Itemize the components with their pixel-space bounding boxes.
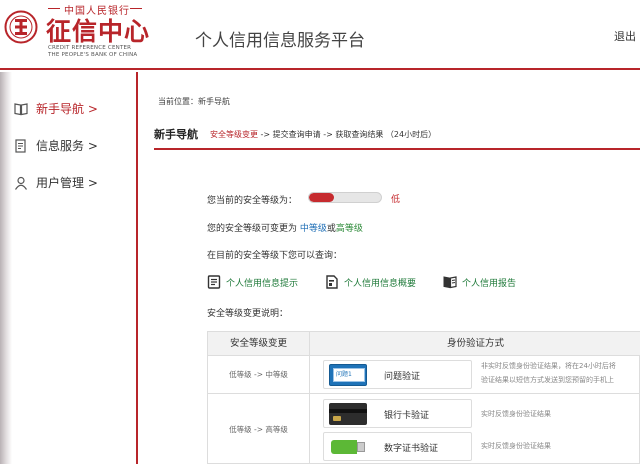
sidebar-item-label: 用户管理 > xyxy=(36,176,98,190)
sidebar-item-label: 新手导航 > xyxy=(36,102,98,116)
remaining-steps: -> 提交查询申请 -> 获取查询结果 （24小时后） xyxy=(258,130,437,139)
sidebar-item-info-service[interactable]: 信息服务 > xyxy=(14,137,98,154)
table-row: 低等级 -> 中等级 问题1 问题验证 非实时反馈身份验证结果，将在24小时后将… xyxy=(208,356,640,394)
platform-title: 个人信用信息服务平台 xyxy=(195,31,365,51)
credit-center-seal-icon xyxy=(4,10,38,44)
method-description: 实时反馈身份验证结果 xyxy=(481,410,551,418)
level-change-prefix: 您的安全等级可变更为 xyxy=(207,224,300,234)
table-row: 低等级 -> 高等级 银行卡验证 实时反馈身份验证结果 数字证书验证 实时反馈身… xyxy=(208,394,640,464)
security-level-value: 低 xyxy=(391,195,401,205)
query-label: 个人信用报告 xyxy=(462,278,517,289)
open-book-icon xyxy=(443,276,457,289)
logo-divider xyxy=(130,8,142,9)
logo-english-line1: CREDIT REFERENCE CENTER xyxy=(48,45,132,51)
logo-english-line2: THE PEOPLE'S BANK OF CHINA xyxy=(48,52,138,58)
document-edit-icon xyxy=(326,275,338,289)
column-header-method: 身份验证方式 xyxy=(446,338,504,349)
sidebar-item-guide[interactable]: 新手导航 > xyxy=(14,100,98,117)
logo-title: 征信中心 xyxy=(46,17,151,46)
logo-divider xyxy=(48,8,60,9)
bank-card-verify-button[interactable]: 银行卡验证 xyxy=(323,399,472,428)
question-card-icon: 问题1 xyxy=(329,364,367,386)
level-change-cell: 低等级 -> 高等级 xyxy=(208,394,310,464)
breadcrumb: 当前位置：新手导航 xyxy=(158,97,230,106)
level-change-or: 或 xyxy=(326,224,336,234)
query-intro: 在目前的安全等级下您可以查询： xyxy=(207,251,343,261)
document-icon xyxy=(15,138,26,153)
question-card-text: 问题1 xyxy=(336,371,352,378)
query-credit-info-summary[interactable]: 个人信用信息概要 xyxy=(325,275,416,289)
current-step: 安全等级变更 xyxy=(210,130,258,139)
query-label: 个人信用信息提示 xyxy=(226,278,299,289)
high-level-link[interactable]: 高等级 xyxy=(336,224,363,234)
digital-cert-verify-button[interactable]: 数字证书验证 xyxy=(323,432,472,461)
method-label: 数字证书验证 xyxy=(384,444,439,454)
guide-step-bar: 新手导航 安全等级变更 -> 提交查询申请 -> 获取查询结果 （24小时后） xyxy=(154,124,640,150)
sidebar: 新手导航 > 信息服务 > 用户管理 > xyxy=(0,72,138,464)
method-description: 实时反馈身份验证结果 xyxy=(481,442,551,450)
security-change-table: 安全等级变更 身份验证方式 低等级 -> 中等级 问题1 问题验证 非实时反馈身… xyxy=(207,331,640,464)
user-icon xyxy=(14,176,28,190)
book-icon xyxy=(14,102,28,115)
query-label: 个人信用信息概要 xyxy=(344,278,417,289)
sidebar-item-label: 信息服务 > xyxy=(36,139,98,153)
method-description: 非实时反馈身份验证结果，将在24小时后将 xyxy=(481,362,616,370)
bank-card-icon xyxy=(329,403,367,425)
guide-steps: 安全等级变更 -> 提交查询申请 -> 获取查询结果 （24小时后） xyxy=(210,129,436,140)
sidebar-item-user-management[interactable]: 用户管理 > xyxy=(14,174,98,191)
method-label: 银行卡验证 xyxy=(384,411,430,421)
medium-level-link[interactable]: 中等级 xyxy=(300,224,327,234)
method-description: 验证结果以短信方式发送到您预留的手机上 xyxy=(481,376,614,384)
query-credit-info-tips[interactable]: 个人信用信息提示 xyxy=(207,275,298,289)
query-credit-report[interactable]: 个人信用报告 xyxy=(443,275,516,289)
current-level-label: 您当前的安全等级为： xyxy=(207,196,298,206)
usb-key-icon xyxy=(329,436,367,458)
report-list-icon xyxy=(207,275,221,289)
level-change-cell: 低等级 -> 中等级 xyxy=(208,356,310,393)
logout-link[interactable]: 退出 xyxy=(614,28,636,44)
table-header: 安全等级变更 身份验证方式 xyxy=(208,332,640,356)
method-label: 问题验证 xyxy=(384,372,421,382)
level-change-hint: 您的安全等级可变更为 中等级或高等级 xyxy=(207,221,363,234)
question-verify-button[interactable]: 问题1 问题验证 xyxy=(323,360,472,389)
section-title: 安全等级变更说明： xyxy=(207,309,289,319)
top-header: 中国人民银行 征信中心 CREDIT REFERENCE CENTER THE … xyxy=(0,0,640,70)
security-level-bar xyxy=(308,192,382,203)
column-header-change: 安全等级变更 xyxy=(208,332,310,356)
page-title: 新手导航 xyxy=(154,128,198,141)
security-level-fill xyxy=(309,193,335,202)
